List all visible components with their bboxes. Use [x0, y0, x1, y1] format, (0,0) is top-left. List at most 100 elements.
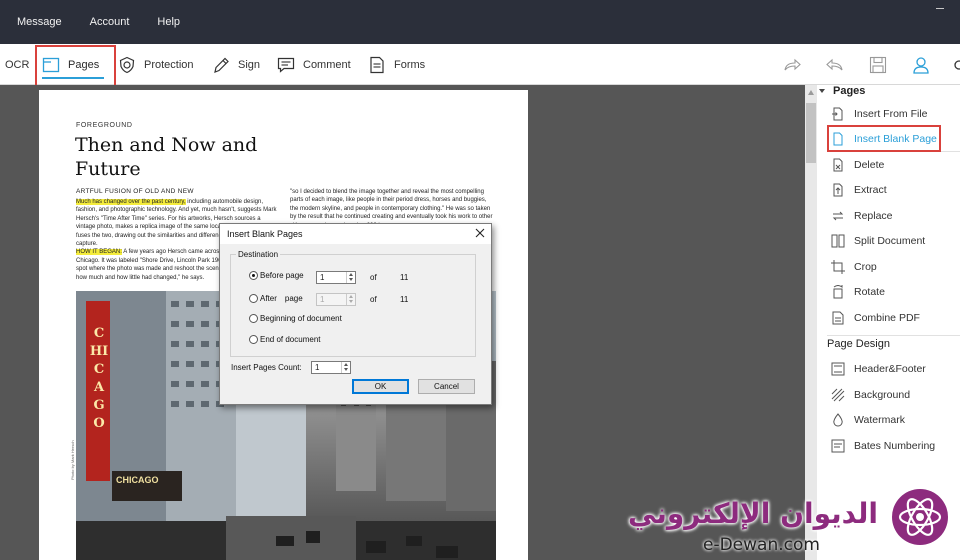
panel-item-combine-pdf[interactable]: Combine PDF — [831, 308, 920, 328]
radio-after-page[interactable]: After page — [249, 294, 303, 303]
photo-credit: Photo by Mark Hersch — [70, 440, 75, 480]
panel-item-label: Crop — [854, 261, 877, 273]
after-of-label: of — [370, 295, 377, 304]
undo-icon[interactable] — [826, 56, 844, 74]
radio-after-indicator[interactable] — [249, 294, 258, 303]
radio-end-of-document[interactable]: End of document — [249, 335, 320, 344]
article-title: Then and Now and Future — [75, 134, 258, 180]
radio-beginning-of-document[interactable]: Beginning of document — [249, 314, 342, 323]
panel-item-rotate[interactable]: Rotate — [831, 282, 885, 302]
section-label: FOREGROUND — [76, 122, 133, 129]
stepper-arrows-icon — [346, 294, 355, 305]
panel-item-label: Background — [854, 389, 911, 401]
panel-item-label: Replace — [854, 210, 893, 222]
user-icon[interactable] — [912, 56, 930, 74]
watermark-arabic-text: الديوان الإلكتروني — [628, 497, 878, 530]
panel-item-insert-from-file[interactable]: Insert From File — [831, 104, 928, 124]
comment-tab[interactable]: Comment — [277, 44, 351, 85]
menu-help[interactable]: Help — [157, 16, 180, 28]
background-icon — [831, 388, 845, 402]
panel-item-label: Delete — [854, 159, 885, 171]
panel-item-split-document[interactable]: Split Document — [831, 231, 925, 251]
pages-section-title: Pages — [833, 85, 866, 97]
pages-section-header[interactable]: Pages — [819, 85, 866, 97]
insert-count-label: Insert Pages Count: — [231, 363, 302, 372]
insert-count-value: 1 — [315, 363, 320, 372]
after-page-stepper: 1 — [316, 293, 356, 306]
delete-page-icon — [831, 158, 845, 172]
chicago-vertical-sign: CHICAGO — [89, 326, 109, 431]
panel-item-label: Bates Numbering — [854, 440, 936, 452]
dialog-title: Insert Blank Pages — [220, 224, 491, 244]
ocr-label: OCR — [5, 58, 30, 71]
panel-item-label: Combine PDF — [854, 312, 920, 324]
panel-item-header-footer[interactable]: Header&Footer — [831, 359, 926, 379]
panel-item-bates-numbering[interactable]: Bates Numbering — [831, 436, 935, 456]
radio-beginning-indicator[interactable] — [249, 314, 258, 323]
crop-icon — [831, 260, 845, 274]
after-total-pages: 11 — [400, 295, 409, 304]
panel-item-label: Insert From File — [854, 108, 928, 120]
stepper-arrows-icon[interactable] — [341, 362, 350, 373]
before-page-stepper[interactable]: 1 — [316, 271, 356, 284]
panel-item-label: Watermark — [854, 414, 905, 426]
save-icon[interactable] — [869, 56, 887, 74]
menu-bar: Message Account Help — [0, 0, 960, 44]
sign-tab[interactable]: Sign — [212, 44, 260, 85]
chicago-marquee: CHICAGO — [116, 475, 159, 485]
article-subtitle: ARTFUL FUSION OF OLD AND NEW — [76, 188, 194, 195]
panel-item-extract[interactable]: Extract — [831, 180, 887, 200]
radio-before-indicator[interactable] — [249, 271, 258, 280]
scroll-up-icon[interactable] — [808, 90, 814, 95]
after-page-value: 1 — [320, 295, 325, 304]
watermark-english-text: e-Dewan.com — [703, 535, 820, 555]
ok-button[interactable]: OK — [352, 379, 409, 394]
panel-item-label: Extract — [854, 184, 887, 196]
panel-item-watermark[interactable]: Watermark — [831, 410, 905, 430]
watermark-drop-icon — [831, 413, 845, 427]
radio-before-page[interactable]: Before page — [249, 271, 304, 280]
combine-icon — [831, 311, 845, 325]
before-total-pages: 11 — [400, 273, 409, 282]
extract-icon — [831, 183, 845, 197]
minimize-icon[interactable] — [934, 2, 946, 14]
redo-icon[interactable] — [783, 56, 801, 74]
protection-tab[interactable]: Protection — [118, 44, 194, 85]
ocr-button[interactable]: OCR — [5, 44, 29, 85]
close-icon[interactable] — [474, 227, 486, 239]
toolbar: OCR Pages Protection Sign Comment Forms — [0, 44, 960, 85]
after-page-label: page — [284, 294, 303, 303]
before-of-label: of — [370, 273, 377, 282]
page-design-section-header[interactable]: Page Design — [827, 338, 890, 350]
forms-tab[interactable]: Forms — [368, 44, 425, 85]
panel-item-label: Split Document — [854, 235, 926, 247]
split-icon — [831, 234, 845, 248]
radio-end-indicator[interactable] — [249, 335, 258, 344]
destination-label: Destination — [236, 250, 281, 259]
collapse-caret-icon[interactable] — [819, 89, 825, 93]
panel-item-replace[interactable]: Replace — [831, 206, 893, 226]
vertical-scrollbar[interactable] — [805, 85, 817, 560]
shield-icon — [118, 56, 136, 74]
panel-item-label: Rotate — [854, 286, 885, 298]
header-footer-icon — [831, 362, 845, 376]
settings-icon[interactable] — [950, 56, 960, 74]
panel-item-delete[interactable]: Delete — [831, 155, 884, 175]
panel-item-crop[interactable]: Crop — [831, 257, 877, 277]
stepper-arrows-icon[interactable] — [346, 272, 355, 283]
cancel-button[interactable]: Cancel — [418, 379, 475, 394]
bates-numbering-icon — [831, 439, 845, 453]
forms-label: Forms — [394, 58, 426, 71]
sign-label: Sign — [238, 58, 261, 71]
comment-icon — [277, 56, 295, 74]
menu-account[interactable]: Account — [90, 16, 130, 28]
scroll-thumb[interactable] — [806, 103, 816, 163]
watermark-logo-icon — [890, 487, 950, 547]
panel-divider — [827, 335, 960, 336]
before-page-value: 1 — [320, 273, 325, 282]
menu-message[interactable]: Message — [17, 16, 62, 28]
insert-count-stepper[interactable]: 1 — [311, 361, 351, 374]
panel-item-background[interactable]: Background — [831, 385, 910, 405]
after-label: After — [260, 294, 277, 303]
comment-label: Comment — [303, 58, 351, 71]
